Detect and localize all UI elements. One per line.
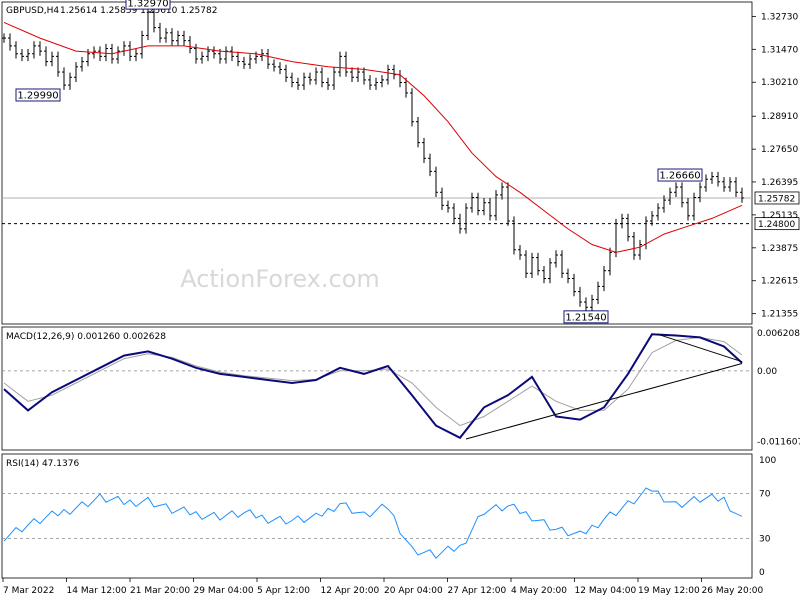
- x-tick-label: 27 Apr 12:00: [448, 586, 507, 596]
- price-panel-title: GBPUSD,H4: [6, 6, 59, 16]
- x-tick-label: 29 Mar 04:00: [194, 586, 254, 596]
- macd-tick-label: -0.011607: [757, 438, 800, 448]
- rsi-tick-label: 100: [759, 456, 776, 466]
- price-tick-label: 1.30210: [761, 78, 798, 88]
- horizontal-level-tag: 1.24800: [754, 217, 800, 230]
- x-tick-label: 19 May 12:00: [638, 586, 700, 596]
- gbpusd-h4-chart: ActionForex.com GBPUSD,H4 1.25614 1.2585…: [0, 0, 800, 600]
- x-tick-label: 12 May 04:00: [575, 586, 637, 596]
- x-tick-label: 20 Apr 04:00: [384, 586, 443, 596]
- watermark-text: ActionForex.com: [180, 265, 380, 293]
- rsi-tick-label: 70: [759, 490, 771, 500]
- x-tick-label: 14 Mar 12:00: [67, 586, 127, 596]
- chart-background: [0, 0, 800, 600]
- price-tick-label: 1.23875: [761, 244, 798, 254]
- price-annotation-label: 1.26660: [659, 171, 700, 182]
- macd-tick-label: 0.00: [757, 367, 777, 377]
- x-tick-label: 21 Mar 20:00: [130, 586, 190, 596]
- price-tick-label: 1.26395: [761, 178, 798, 188]
- current-price-tag-label: 1.25782: [758, 194, 795, 204]
- macd-tick-label: 0.006208: [757, 329, 800, 339]
- macd-panel-title: MACD(12,26,9) 0.001260 0.002628: [6, 332, 166, 342]
- price-tick-label: 1.22615: [761, 277, 798, 287]
- price-annotation-label: 1.21540: [565, 312, 606, 323]
- price-annotation: 1.29990: [15, 88, 61, 102]
- price-tick-label: 1.31470: [761, 45, 798, 55]
- x-tick-label: 5 Apr 12:00: [257, 586, 310, 596]
- price-tick-label: 1.32730: [761, 12, 798, 22]
- horizontal-level-tag-label: 1.24800: [758, 220, 795, 230]
- x-tick-label: 7 Mar 2022: [3, 586, 54, 596]
- rsi-tick-label: 0: [759, 568, 765, 578]
- price-annotation-label: 1.29990: [17, 90, 58, 101]
- price-tick-label: 1.28910: [761, 112, 798, 122]
- price-annotation: 1.32970: [125, 0, 171, 10]
- rsi-panel-title: RSI(14) 47.1376: [6, 459, 79, 469]
- price-annotation: 1.26660: [657, 168, 703, 182]
- x-tick-label: 26 May 20:00: [702, 586, 764, 596]
- current-price-tag: 1.25782: [754, 191, 800, 204]
- x-tick-label: 12 Apr 20:00: [321, 586, 380, 596]
- price-tick-label: 1.27650: [761, 145, 798, 155]
- price-annotation-label: 1.32970: [127, 0, 168, 10]
- x-tick-label: 4 May 20:00: [511, 586, 567, 596]
- price-annotation: 1.21540: [563, 310, 609, 324]
- rsi-tick-label: 30: [759, 534, 771, 544]
- price-tick-label: 1.21355: [761, 310, 798, 320]
